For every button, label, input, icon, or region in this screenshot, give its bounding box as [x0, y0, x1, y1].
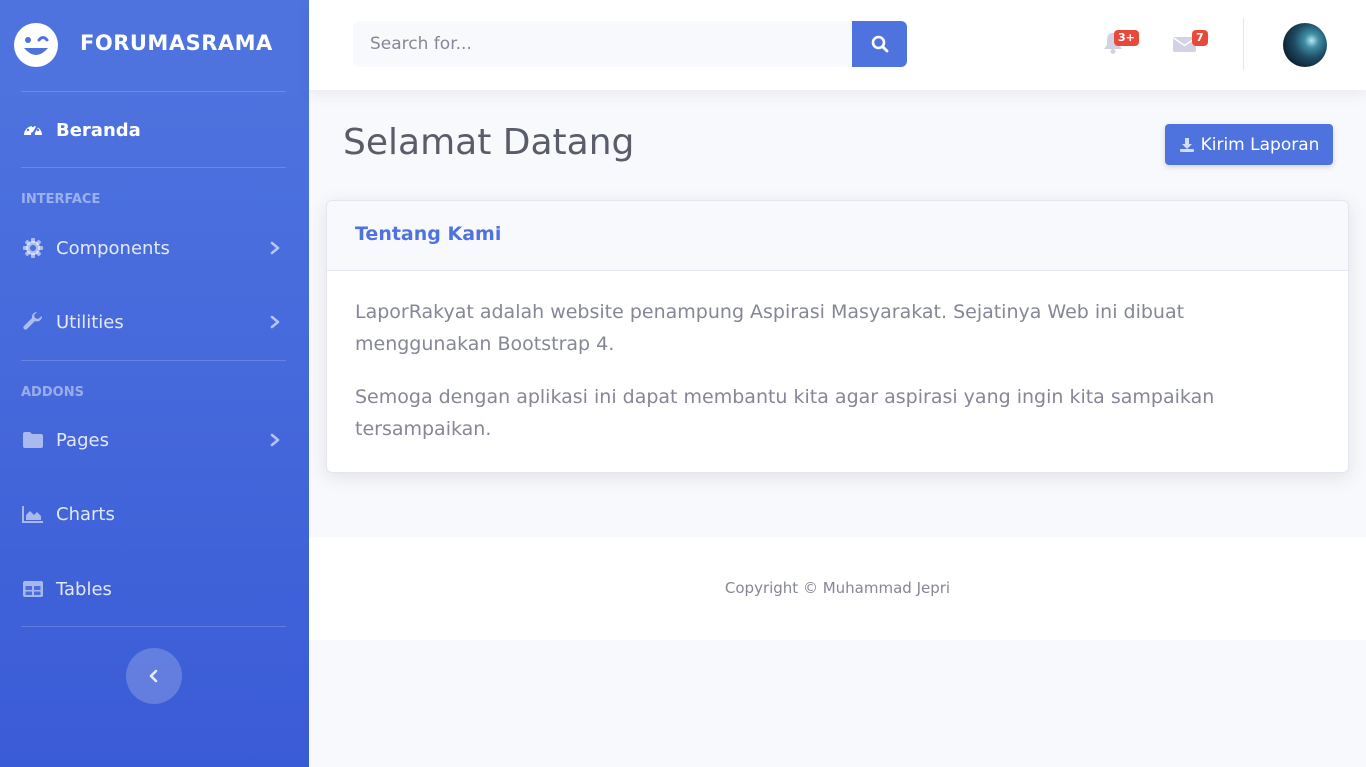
sidebar-item-label: Pages [56, 429, 109, 451]
send-report-button[interactable]: Kirim Laporan [1165, 124, 1333, 165]
sidebar-item-utilities[interactable]: Utilities [0, 297, 309, 347]
sidebar-item-tables[interactable]: Tables [0, 564, 309, 614]
search-button[interactable] [852, 21, 907, 67]
brand-name: FORUMASRAMA [80, 31, 273, 55]
sidebar-toggle-button[interactable] [126, 648, 182, 704]
sidebar-divider [21, 91, 286, 92]
download-icon [1179, 137, 1194, 152]
topbar: 3+ 7 [309, 0, 1366, 90]
sidebar-divider [21, 360, 286, 361]
send-report-label: Kirim Laporan [1200, 134, 1320, 155]
card-body: LaporRakyat adalah website penampung Asp… [355, 296, 1315, 466]
sidebar-divider [21, 626, 286, 627]
chevron-right-icon [270, 315, 280, 329]
sidebar-item-label: Tables [56, 578, 112, 600]
search-icon [871, 35, 888, 53]
sidebar-divider [21, 167, 286, 168]
sidebar-item-charts[interactable]: Charts [0, 489, 309, 539]
sidebar: FORUMASRAMA Beranda INTERFACE Components… [0, 0, 309, 767]
sidebar-item-beranda[interactable]: Beranda [0, 105, 309, 155]
alerts-dropdown[interactable]: 3+ [1100, 30, 1139, 56]
messages-dropdown[interactable]: 7 [1172, 30, 1208, 56]
search-input[interactable] [353, 21, 852, 67]
card-title: Tentang Kami [355, 223, 502, 245]
card-paragraph: LaporRakyat adalah website penampung Asp… [355, 301, 1185, 355]
tachometer-icon [22, 119, 44, 141]
sidebar-item-components[interactable]: Components [0, 223, 309, 273]
sidebar-item-label: Utilities [56, 311, 124, 333]
card-paragraph: Semoga dengan aplikasi ini dapat membant… [355, 386, 1215, 440]
wrench-icon [22, 311, 44, 333]
chart-area-icon [22, 503, 44, 525]
chevron-left-icon [149, 669, 158, 683]
cog-icon [22, 237, 44, 259]
laugh-wink-icon [14, 23, 58, 67]
avatar[interactable] [1283, 23, 1327, 67]
table-icon [22, 578, 44, 600]
folder-icon [22, 429, 44, 451]
topbar-divider [1243, 18, 1244, 70]
messages-badge: 7 [1192, 30, 1208, 46]
sidebar-heading-interface: INTERFACE [21, 192, 101, 207]
brand[interactable]: FORUMASRAMA [0, 0, 309, 90]
card-header: Tentang Kami [327, 201, 1348, 271]
sidebar-item-label: Components [56, 237, 170, 259]
sidebar-heading-addons: ADDONS [21, 385, 84, 400]
sidebar-item-label: Beranda [56, 119, 141, 141]
sidebar-item-pages[interactable]: Pages [0, 415, 309, 465]
copyright-text: Copyright © Muhammad Jepri [724, 579, 951, 597]
footer: Copyright © Muhammad Jepri [309, 537, 1366, 640]
chevron-right-icon [270, 241, 280, 255]
page-title: Selamat Datang [343, 122, 635, 163]
chevron-right-icon [270, 433, 280, 447]
sidebar-item-label: Charts [56, 503, 115, 525]
search-bar [353, 21, 907, 67]
alerts-badge: 3+ [1114, 30, 1139, 46]
